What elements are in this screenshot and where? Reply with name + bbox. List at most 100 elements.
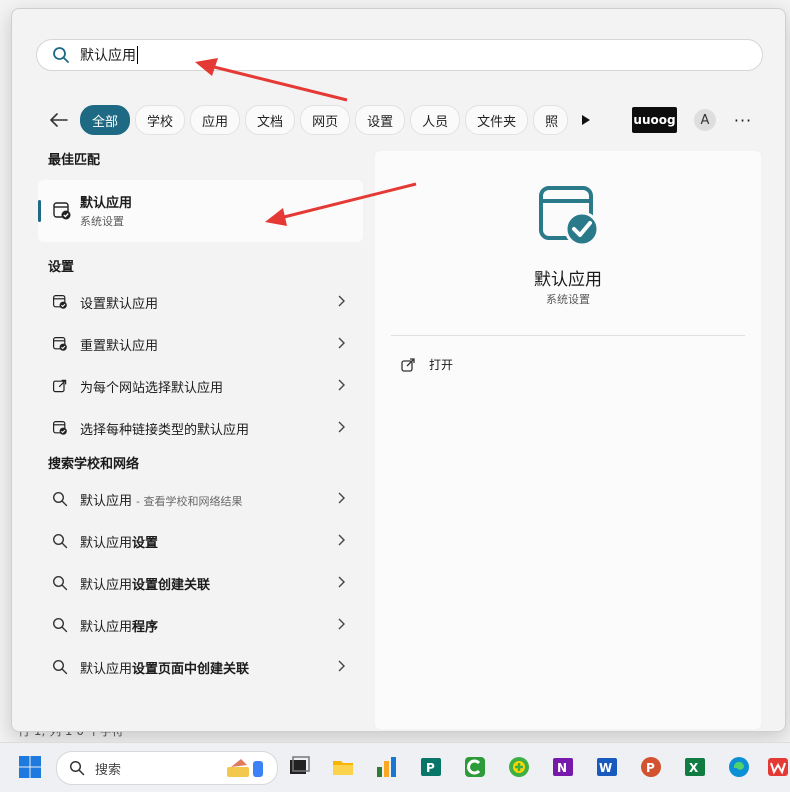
filter-chip-web[interactable]: 网页 bbox=[300, 105, 351, 135]
search-icon bbox=[52, 659, 68, 675]
search-icon bbox=[52, 575, 68, 591]
default-apps-icon bbox=[53, 295, 67, 309]
search-icon bbox=[53, 47, 69, 63]
external-link-icon bbox=[401, 357, 415, 372]
filter-chip-documents[interactable]: 文档 bbox=[245, 105, 296, 135]
settings-item-label: 设置默认应用 bbox=[80, 296, 159, 312]
web-result-hint: - 查看学校和网络结果 bbox=[136, 494, 243, 508]
web-result-item[interactable]: 默认应用程序 bbox=[38, 604, 363, 646]
back-button[interactable] bbox=[44, 105, 74, 135]
filter-bar: 全部 学校 应用 文档 网页 设置 人员 文件夹 照 bbox=[44, 105, 599, 135]
web-result-label: 默认应用设置 bbox=[80, 532, 158, 551]
best-match-result[interactable]: 默认应用 系统设置 bbox=[38, 180, 363, 242]
chevron-right-icon bbox=[338, 492, 345, 504]
web-result-suggestion: 设置 bbox=[132, 535, 159, 551]
file-explorer-icon[interactable] bbox=[331, 755, 355, 779]
publisher-icon[interactable]: P bbox=[419, 755, 443, 779]
filter-chip-photos[interactable]: 照 bbox=[533, 105, 569, 135]
web-result-query: 默认应用 bbox=[80, 493, 133, 509]
default-apps-icon bbox=[53, 337, 67, 351]
edge-icon[interactable] bbox=[727, 755, 751, 779]
chevron-right-icon bbox=[338, 295, 345, 307]
filter-chip-settings[interactable]: 设置 bbox=[355, 105, 406, 135]
web-result-query: 默认应用 bbox=[80, 577, 133, 593]
camtasia-icon[interactable] bbox=[463, 755, 487, 779]
profile-badge[interactable]: uuoog bbox=[632, 107, 677, 133]
taskbar: 搜索 P N W P X bbox=[0, 742, 790, 792]
chevron-right-icon bbox=[338, 534, 345, 546]
preview-subtitle: 系统设置 bbox=[546, 293, 590, 306]
filter-chip-apps[interactable]: 应用 bbox=[190, 105, 241, 135]
filter-chip-all[interactable]: 全部 bbox=[80, 105, 131, 135]
wps-icon[interactable] bbox=[766, 755, 790, 779]
filter-chip-folders[interactable]: 文件夹 bbox=[465, 105, 529, 135]
powerpoint-icon[interactable]: P bbox=[639, 755, 663, 779]
web-result-suggestion: 设置页面中创建关联 bbox=[132, 661, 250, 677]
preview-pane: 默认应用 系统设置 打开 bbox=[375, 151, 761, 729]
web-result-query: 默认应用 bbox=[80, 661, 133, 677]
svg-text:X: X bbox=[689, 761, 699, 775]
chevron-right-icon bbox=[338, 337, 345, 349]
results-list: 最佳匹配 默认应用 系统设置 设置 设置默认应用 重置默认应用 为每个网站选择默… bbox=[38, 149, 368, 688]
settings-item-default-apps-per-site[interactable]: 为每个网站选择默认应用 bbox=[38, 365, 363, 407]
chevron-right-icon bbox=[338, 379, 345, 391]
search-icon bbox=[69, 760, 85, 776]
svg-text:W: W bbox=[599, 761, 612, 775]
web-result-item[interactable]: 默认应用设置 bbox=[38, 520, 363, 562]
default-apps-icon bbox=[53, 202, 71, 220]
windows-start-icon[interactable] bbox=[18, 755, 42, 779]
search-icon bbox=[52, 617, 68, 633]
search-icon bbox=[52, 533, 68, 549]
open-action-label: 打开 bbox=[429, 358, 454, 372]
settings-item-label: 重置默认应用 bbox=[80, 338, 159, 354]
svg-text:N: N bbox=[557, 761, 567, 775]
chevron-right-icon bbox=[338, 421, 345, 433]
web-result-label: 默认应用设置创建关联 bbox=[80, 574, 210, 593]
best-match-name: 默认应用 bbox=[80, 196, 133, 211]
svg-text:P: P bbox=[646, 761, 655, 775]
onenote-icon[interactable]: N bbox=[551, 755, 575, 779]
web-result-item[interactable]: 默认应用 - 查看学校和网络结果 bbox=[38, 478, 363, 520]
svg-text:P: P bbox=[426, 761, 435, 775]
more-filters-button[interactable] bbox=[573, 106, 599, 134]
settings-heading: 设置 bbox=[48, 260, 75, 275]
account-avatar[interactable]: A bbox=[694, 109, 716, 131]
best-match-heading: 最佳匹配 bbox=[48, 153, 101, 168]
chevron-right-icon bbox=[338, 660, 345, 672]
web-result-suggestion: 程序 bbox=[132, 619, 159, 635]
selection-indicator bbox=[38, 200, 41, 222]
preview-title: 默认应用 bbox=[534, 270, 602, 290]
search-input[interactable]: 默认应用 bbox=[36, 39, 763, 71]
settings-item-label: 选择每种链接类型的默认应用 bbox=[80, 422, 250, 438]
play-triangle-icon bbox=[582, 115, 591, 125]
taskbar-search-placeholder: 搜索 bbox=[95, 762, 122, 778]
chart-app-icon[interactable] bbox=[375, 755, 399, 779]
search-query: 默认应用 bbox=[80, 48, 136, 64]
task-view-icon[interactable] bbox=[287, 755, 311, 779]
web-result-query: 默认应用 bbox=[80, 619, 133, 635]
web-result-label: 默认应用设置页面中创建关联 bbox=[80, 658, 249, 677]
excel-icon[interactable]: X bbox=[683, 755, 707, 779]
word-icon[interactable]: W bbox=[595, 755, 619, 779]
default-apps-icon bbox=[539, 186, 600, 247]
web-result-item[interactable]: 默认应用设置创建关联 bbox=[38, 562, 363, 604]
default-apps-icon bbox=[53, 421, 67, 435]
more-options-button[interactable]: ··· bbox=[732, 109, 754, 131]
text-caret bbox=[137, 46, 138, 64]
open-action[interactable]: 打开 bbox=[401, 356, 453, 373]
chevron-right-icon bbox=[338, 618, 345, 630]
settings-item-set-default-apps[interactable]: 设置默认应用 bbox=[38, 281, 363, 323]
filter-chip-people[interactable]: 人员 bbox=[410, 105, 461, 135]
web-result-query: 默认应用 bbox=[80, 535, 133, 551]
search-flyout: 默认应用 全部 学校 应用 文档 网页 设置 人员 文件夹 照 uuoog A … bbox=[11, 8, 786, 732]
search-highlight-icon bbox=[227, 759, 263, 777]
arrow-left-icon bbox=[50, 113, 68, 127]
settings-item-reset-default-apps[interactable]: 重置默认应用 bbox=[38, 323, 363, 365]
taskbar-search-box[interactable]: 搜索 bbox=[56, 751, 278, 785]
security-app-icon[interactable] bbox=[507, 755, 531, 779]
web-result-label: 默认应用程序 bbox=[80, 616, 158, 635]
web-result-item[interactable]: 默认应用设置页面中创建关联 bbox=[38, 646, 363, 688]
filter-chip-school[interactable]: 学校 bbox=[135, 105, 186, 135]
settings-item-default-apps-per-link[interactable]: 选择每种链接类型的默认应用 bbox=[38, 407, 363, 449]
web-result-label: 默认应用 - 查看学校和网络结果 bbox=[80, 490, 242, 509]
